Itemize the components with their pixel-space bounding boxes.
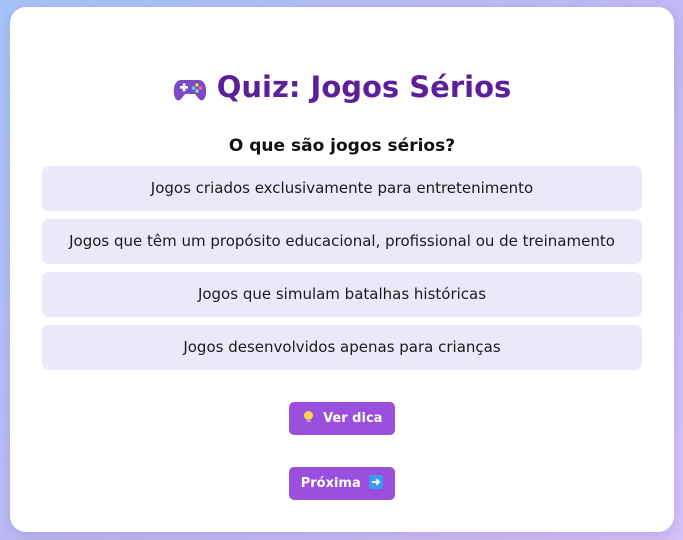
game-controller-icon (173, 75, 207, 111)
hint-button-label: Ver dica (323, 411, 383, 426)
lightbulb-icon (302, 404, 315, 437)
next-button-label: Próxima (300, 476, 361, 491)
answer-option-3[interactable]: Jogos que simulam batalhas históricas (42, 272, 642, 317)
question-text: O que são jogos sérios? (228, 136, 456, 156)
answer-option-4[interactable]: Jogos desenvolvidos apenas para crianças (42, 325, 642, 370)
hint-button[interactable]: Ver dica (289, 402, 395, 435)
next-button[interactable]: Próxima (289, 467, 395, 500)
quiz-title-text: Quiz: Jogos Sérios (216, 70, 512, 104)
answer-option-2[interactable]: Jogos que têm um propósito educacional, … (42, 219, 642, 264)
quiz-card: Quiz: Jogos Sérios O que são jogos sério… (10, 7, 674, 532)
quiz-title: Quiz: Jogos Sérios (10, 69, 674, 111)
arrow-right-icon (369, 469, 384, 502)
answer-option-1[interactable]: Jogos criados exclusivamente para entret… (42, 166, 642, 211)
